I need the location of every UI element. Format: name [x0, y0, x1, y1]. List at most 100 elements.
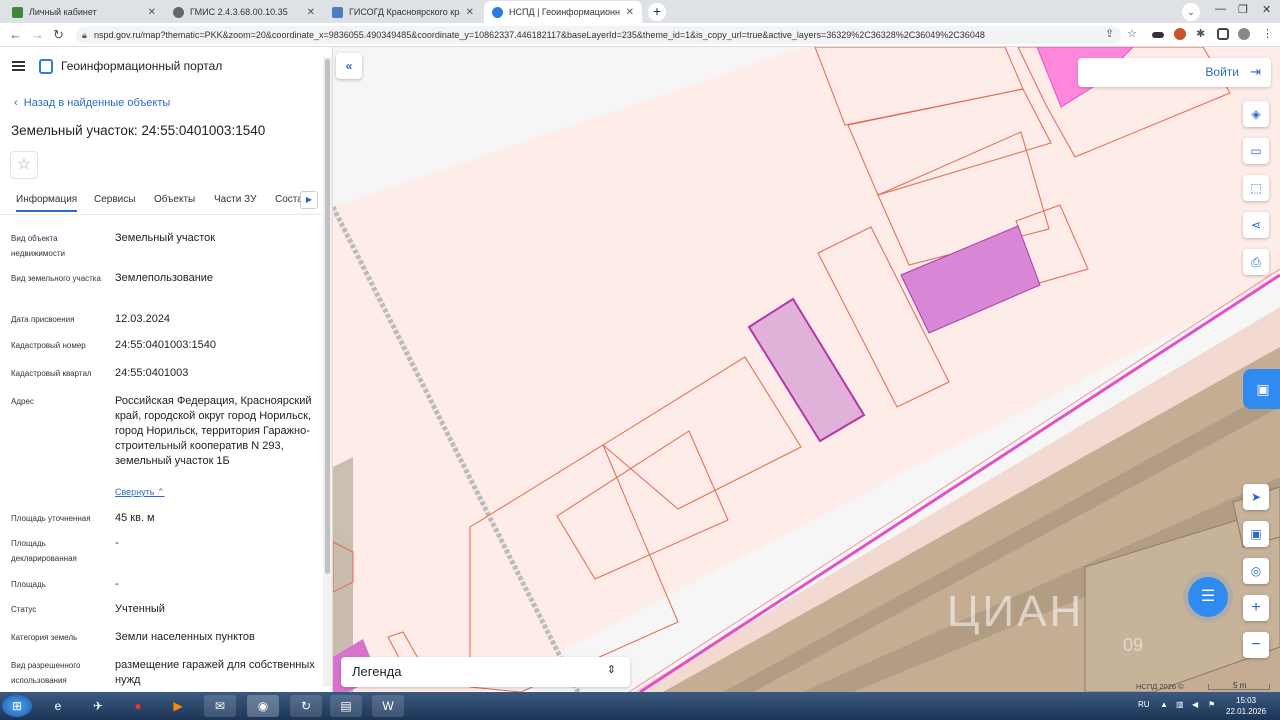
attribute-value: 24:55:0401003 — [115, 367, 189, 379]
attribute-value: размещение гаражей для собственных нужд — [115, 659, 315, 686]
screen: Личный кабинет ✕ ГМИС 2.4.3.68.00.10.35 … — [0, 0, 1280, 720]
geolocation-button[interactable]: ◎ — [1243, 558, 1269, 584]
close-icon[interactable]: ✕ — [307, 7, 315, 18]
close-icon[interactable]: ✕ — [466, 7, 474, 18]
tab-parts[interactable]: Части ЗУ — [214, 194, 256, 205]
address-bar[interactable]: 🔒︎ nspd.gov.ru/map?thematic=PKK&zoom=20&… — [76, 26, 1121, 44]
tab-objects[interactable]: Объекты — [154, 194, 195, 205]
opera-icon[interactable]: ● — [122, 695, 154, 717]
address-value: Российская Федерация, Красноярский край,… — [115, 395, 312, 467]
language-indicator[interactable]: RU — [1138, 700, 1150, 709]
word-icon[interactable]: W — [372, 695, 404, 717]
close-icon[interactable]: ✕ — [626, 7, 634, 18]
browser-tab-1[interactable]: ГМИС 2.4.3.68.00.10.35 ✕ — [165, 1, 323, 23]
attribute-label: Площадь — [11, 580, 46, 589]
browser-tab-bar: Личный кабинет ✕ ГМИС 2.4.3.68.00.10.35 … — [0, 0, 1280, 23]
back-arrow-icon[interactable]: ← — [9, 27, 22, 42]
chevron-up-icon: ⌃ — [157, 487, 165, 497]
media-player-icon[interactable]: ▶ — [162, 695, 194, 717]
printer-icon: ⎙ — [1251, 255, 1261, 269]
zoom-out-button[interactable]: − — [1243, 632, 1269, 658]
new-tab-icon[interactable]: + — [648, 3, 666, 21]
bookmark-star-icon[interactable]: ☆ — [1127, 27, 1137, 40]
tab-favicon-icon — [12, 6, 23, 18]
browser-toolbar: ← → ↻ 🔒︎ nspd.gov.ru/map?thematic=PKK&zo… — [0, 23, 1280, 47]
window-close-icon[interactable]: ✕ — [1262, 3, 1271, 16]
url-text: nspd.gov.ru/map?thematic=PKK&zoom=20&coo… — [94, 30, 985, 40]
system-clock[interactable]: 15:03 22.01.2026 — [1226, 695, 1266, 717]
zoom-in-button[interactable]: + — [1243, 595, 1269, 621]
browser-tab-2[interactable]: ГИСОГД Красноярского края ✕ — [324, 1, 482, 23]
tab-composition[interactable]: Соста — [275, 194, 303, 205]
navigation-arrow-icon: ➤ — [1250, 490, 1262, 504]
maximize-icon[interactable]: ❐ — [1238, 3, 1248, 16]
login-button[interactable]: Войти ⇥ — [1078, 58, 1271, 87]
menu-dots-icon[interactable]: ⋮ — [1262, 27, 1273, 40]
panel-scrollbar-thumb[interactable] — [325, 59, 330, 574]
tab-services[interactable]: Сервисы — [94, 194, 135, 205]
tab-title: НСПД | Геоинформационный п — [509, 7, 620, 17]
minimize-icon[interactable]: — — [1215, 3, 1226, 15]
map-canvas[interactable]: ЦИАН 09 « Войти ⇥ ◈ ▭ ⬚ ⋖ ⎙ ▣ ➤ ▣ ◎ + − … — [333, 47, 1280, 692]
hamburger-menu-icon[interactable] — [12, 61, 25, 71]
scale-label: 5 m — [1233, 681, 1247, 690]
legend-dropdown[interactable]: Легенда ⇕ — [341, 657, 630, 687]
outlook-icon[interactable]: ✉ — [204, 695, 236, 717]
profile-avatar-icon[interactable] — [1238, 28, 1250, 40]
layers-button[interactable]: ◈ — [1243, 101, 1269, 127]
measure-button[interactable]: ▭ — [1243, 138, 1269, 164]
network-icon[interactable]: ▥ — [1176, 700, 1184, 709]
extension-icon[interactable] — [1152, 32, 1164, 38]
chevron-right-icon[interactable]: ▶ — [300, 191, 318, 209]
selection-icon: ⬚ — [1250, 181, 1262, 195]
browser-tab-0[interactable]: Личный кабинет ✕ — [4, 1, 164, 23]
app-icon[interactable]: ↻ — [290, 695, 322, 717]
panel-tabs: Информация Сервисы Объекты Части ЗУ Сост… — [0, 187, 322, 215]
attribute-label: Категория земель — [11, 633, 78, 642]
forward-arrow-icon[interactable]: → — [31, 27, 44, 42]
messenger-icon[interactable]: ✈ — [82, 695, 114, 717]
attribute-label: Вид земельного участка — [11, 274, 101, 283]
attribute-value: 24:55:0401003:1540 — [115, 339, 216, 351]
locate-button[interactable]: ➤ — [1243, 484, 1269, 510]
tab-search-icon[interactable]: ⌄ — [1182, 3, 1200, 21]
attribute-label: Вид разрешенного использования — [11, 661, 81, 685]
tray-arrow-icon[interactable]: ▲ — [1160, 700, 1168, 709]
portal-logo-icon — [39, 58, 53, 74]
print-button[interactable]: ⎙ — [1243, 249, 1269, 275]
portal-badge-icon[interactable]: ▣ — [1243, 369, 1280, 409]
side-panel-icon[interactable] — [1217, 28, 1229, 40]
attribute-label: Площадь декларированная — [11, 539, 77, 563]
notification-icon[interactable]: ⚑ — [1208, 700, 1215, 709]
select-area-button[interactable]: ⬚ — [1243, 175, 1269, 201]
share-button[interactable]: ⋖ — [1243, 212, 1269, 238]
location-pin-icon: ◎ — [1250, 564, 1262, 578]
attribute-value: 45 кв. м — [115, 512, 155, 524]
share-icon: ⋖ — [1250, 218, 1262, 232]
back-to-results-link[interactable]: ‹ Назад в найденные объекты — [14, 97, 170, 109]
extensions-puzzle-icon[interactable]: ✱ — [1196, 27, 1205, 40]
start-button-icon[interactable]: ⊞ — [2, 695, 32, 717]
favorite-star-icon[interactable]: ☆ — [10, 151, 38, 179]
attribute-label: Кадастровый номер — [11, 341, 86, 350]
extension-icon[interactable] — [1174, 28, 1186, 40]
tab-info[interactable]: Информация — [16, 194, 78, 212]
share-icon[interactable]: ⇪ — [1105, 27, 1114, 40]
browser-tab-3[interactable]: НСПД | Геоинформационный п ✕ — [484, 1, 642, 23]
close-icon[interactable]: ✕ — [148, 7, 156, 18]
minimap-icon: ▣ — [1250, 527, 1262, 541]
collapse-panel-button[interactable]: « — [336, 53, 362, 79]
minimap-button[interactable]: ▣ — [1243, 521, 1269, 547]
minus-icon: − — [1251, 636, 1261, 653]
internet-explorer-icon[interactable]: e — [42, 695, 74, 717]
reload-icon[interactable]: ↻ — [53, 27, 64, 43]
volume-icon[interactable]: ◀ — [1192, 700, 1198, 709]
windows-taskbar: ⊞ e ✈ ● ▶ ✉ ◉ ↻ ▤ W RU ▲ ▥ ◀ ⚑ 15:03 22.… — [0, 692, 1280, 720]
file-explorer-icon[interactable]: ▤ — [330, 695, 362, 717]
attribute-value: - — [115, 578, 119, 590]
chrome-icon[interactable]: ◉ — [247, 695, 279, 717]
tab-title: Личный кабинет — [29, 7, 97, 17]
layers-icon: ◈ — [1251, 107, 1261, 121]
chat-button[interactable]: ☰ — [1188, 577, 1228, 617]
collapse-link[interactable]: Свернуть ⌃ — [115, 487, 165, 498]
